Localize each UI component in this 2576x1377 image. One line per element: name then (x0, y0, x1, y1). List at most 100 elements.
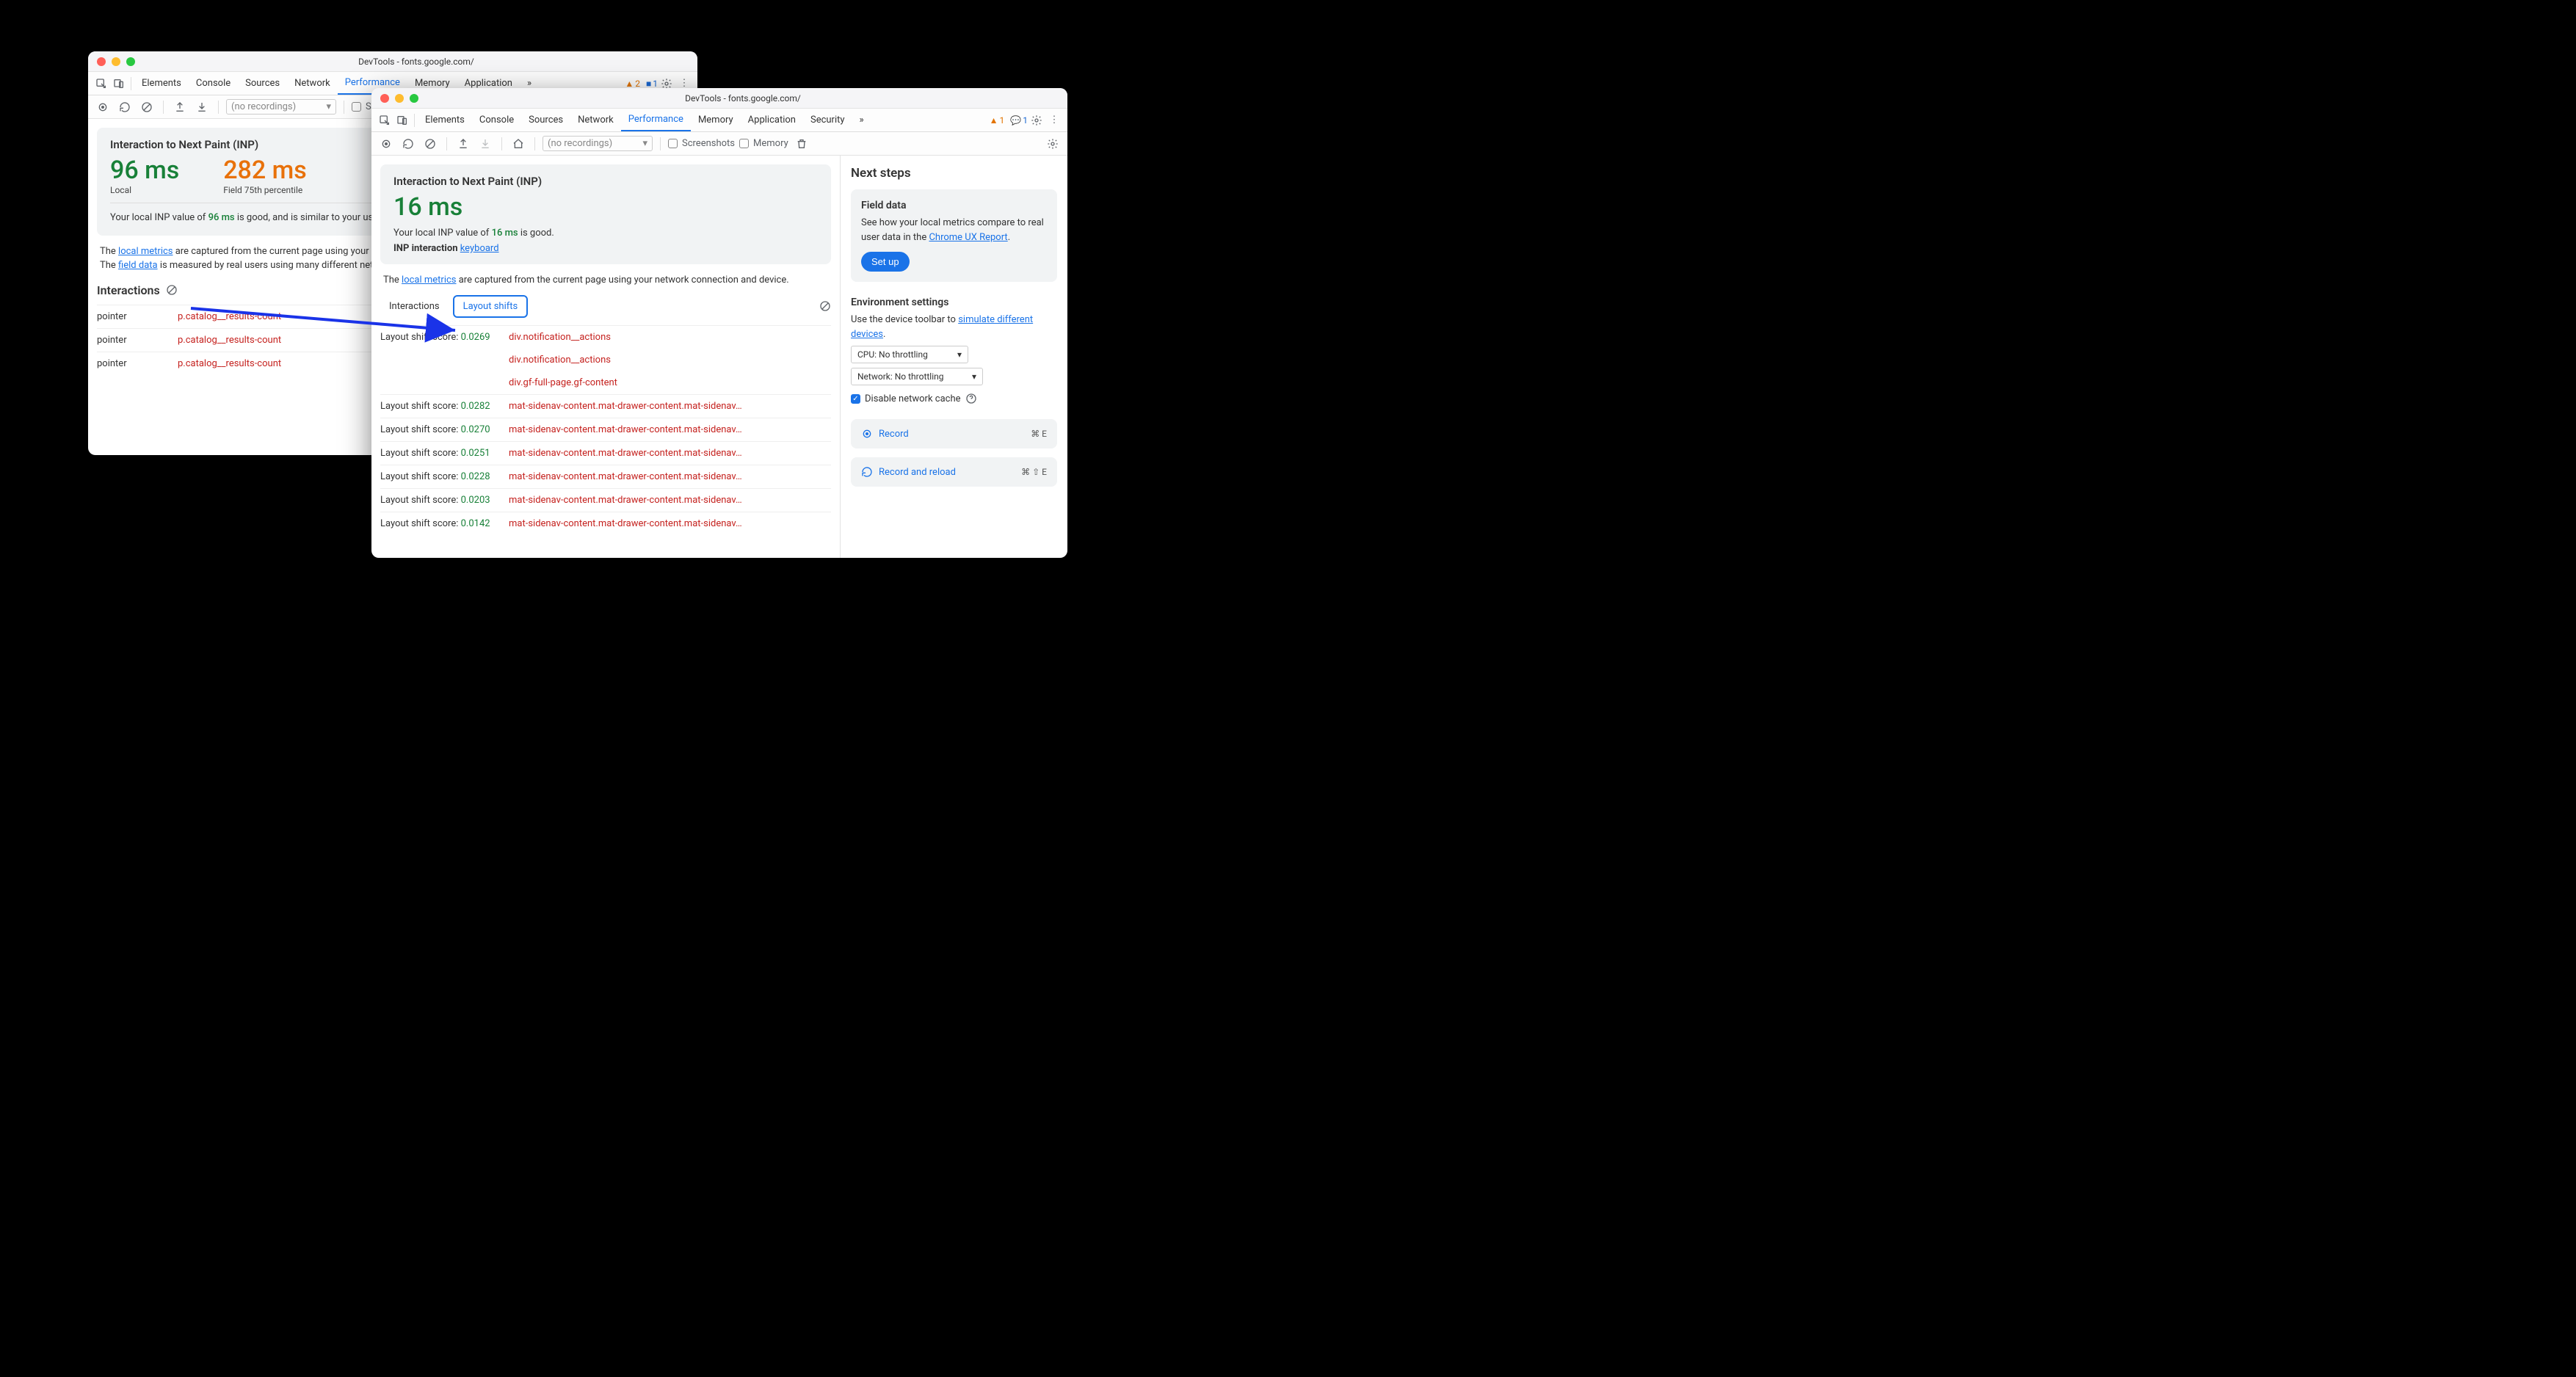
tab-performance[interactable]: Performance (621, 109, 691, 131)
clear-icon[interactable] (421, 135, 439, 153)
interaction-type: pointer (97, 335, 178, 346)
tab-elements[interactable]: Elements (418, 109, 472, 131)
subtab-layout-shifts[interactable]: Layout shifts (453, 295, 529, 318)
clear-list-icon[interactable] (819, 300, 831, 312)
tab-network[interactable]: Network (570, 109, 621, 131)
download-icon[interactable] (193, 98, 211, 116)
device-toolbar-icon[interactable] (393, 112, 411, 129)
layout-shift-row[interactable]: Layout shift score: 0.0282 mat-sidenav-c… (380, 394, 831, 418)
field-data-title: Field data (861, 200, 1047, 211)
tab-security[interactable]: Security (803, 109, 852, 131)
setup-button[interactable]: Set up (861, 252, 910, 272)
inp-interaction-link[interactable]: keyboard (460, 243, 499, 254)
memory-checkbox[interactable] (739, 139, 749, 148)
tabs-overflow[interactable]: » (852, 109, 871, 131)
recordings-dropdown[interactable]: (no recordings)▾ (543, 136, 653, 151)
titlebar: DevTools - fonts.google.com/ (371, 88, 1067, 109)
window-title: DevTools - fonts.google.com/ (144, 57, 689, 67)
reload-circle-icon (861, 466, 873, 478)
upload-icon[interactable] (454, 135, 472, 153)
tab-console[interactable]: Console (472, 109, 521, 131)
warnings-badge[interactable]: ▲ 1 (990, 115, 1005, 126)
maximize-icon[interactable] (126, 57, 135, 66)
inp-title: Interaction to Next Paint (INP) (393, 175, 818, 188)
environment-settings: Environment settings Use the device tool… (851, 297, 1057, 404)
minimize-icon[interactable] (112, 57, 120, 66)
tab-elements[interactable]: Elements (134, 72, 189, 95)
recordings-dropdown[interactable]: (no recordings)▾ (226, 99, 336, 115)
record-icon[interactable] (94, 98, 112, 116)
issues-badge[interactable]: 💬 1 (1010, 115, 1028, 126)
ls-element: mat-sidenav-content.mat-drawer-content.m… (509, 471, 831, 482)
tab-sources[interactable]: Sources (238, 72, 287, 95)
tab-network[interactable]: Network (287, 72, 338, 95)
home-icon[interactable] (509, 135, 527, 153)
record-reload-action[interactable]: Record and reload ⌘ ⇧ E (851, 457, 1057, 487)
warnings-badge[interactable]: ▲ 2 (625, 79, 640, 89)
memory-label: Memory (753, 138, 788, 149)
disable-cache-checkbox[interactable]: ✓ (851, 394, 860, 404)
screenshots-checkbox[interactable] (352, 102, 361, 112)
layout-shift-row[interactable]: Layout shift score: 0.0251 mat-sidenav-c… (380, 441, 831, 465)
minimize-icon[interactable] (395, 94, 404, 103)
warn-count: 2 (635, 79, 640, 89)
ls-element: mat-sidenav-content.mat-drawer-content.m… (509, 518, 831, 529)
ls-element: mat-sidenav-content.mat-drawer-content.m… (509, 495, 831, 506)
interaction-type: pointer (97, 358, 178, 369)
field-data-link[interactable]: field data (118, 260, 158, 271)
clear-icon[interactable] (138, 98, 156, 116)
clear-interactions-icon[interactable] (166, 284, 178, 296)
layout-shift-row[interactable]: Layout shift score: 0.0269 div.notificat… (380, 325, 831, 349)
layout-shift-row[interactable]: Layout shift score: 0.0270 mat-sidenav-c… (380, 418, 831, 441)
panel-settings-icon[interactable] (1044, 135, 1062, 153)
inp-local-value: 96 ms (110, 156, 179, 185)
upload-icon[interactable] (171, 98, 189, 116)
subtab-interactions[interactable]: Interactions (380, 297, 449, 316)
record-icon[interactable] (377, 135, 395, 153)
traffic-lights (380, 94, 418, 103)
more-icon[interactable]: ⋮ (1045, 112, 1063, 129)
disable-cache-label: Disable network cache (865, 393, 961, 404)
inspect-icon[interactable] (376, 112, 393, 129)
devtools-window-b: DevTools - fonts.google.com/ Elements Co… (371, 88, 1067, 558)
chrome-ux-report-link[interactable]: Chrome UX Report (929, 232, 1007, 243)
cpu-throttling-select[interactable]: CPU: No throttling▾ (851, 346, 968, 363)
maximize-icon[interactable] (410, 94, 418, 103)
network-throttling-select[interactable]: Network: No throttling▾ (851, 368, 983, 385)
tab-memory[interactable]: Memory (691, 109, 741, 131)
screenshots-checkbox[interactable] (668, 139, 678, 148)
inp-card: Interaction to Next Paint (INP) 16 ms Yo… (380, 164, 831, 264)
metrics-note: The local metrics are captured from the … (380, 273, 831, 288)
info-count: 1 (653, 79, 658, 89)
performance-toolbar: (no recordings)▾ Screenshots Memory (371, 132, 1067, 156)
inspect-icon[interactable] (92, 75, 110, 92)
close-icon[interactable] (97, 57, 106, 66)
layout-shift-row[interactable]: Layout shift score: 0.0228 mat-sidenav-c… (380, 465, 831, 488)
help-icon[interactable] (965, 393, 977, 404)
settings-icon[interactable] (1028, 112, 1045, 129)
layout-shift-subrow[interactable]: div.gf-full-page.gf-content (380, 371, 831, 394)
layout-shift-subrow[interactable]: div.notification__actions (380, 349, 831, 371)
main-tabs: Elements Console Sources Network Perform… (371, 109, 1067, 132)
tab-console[interactable]: Console (189, 72, 238, 95)
layout-shift-row[interactable]: Layout shift score: 0.0203 mat-sidenav-c… (380, 488, 831, 512)
tab-sources[interactable]: Sources (521, 109, 570, 131)
field-data-card: Field data See how your local metrics co… (851, 189, 1057, 282)
layout-shift-row[interactable]: Layout shift score: 0.0142 mat-sidenav-c… (380, 512, 831, 535)
tab-application[interactable]: Application (741, 109, 803, 131)
reload-icon[interactable] (399, 135, 417, 153)
env-desc: Use the device toolbar to simulate diffe… (851, 313, 1057, 341)
record-shortcut: ⌘ E (1031, 429, 1047, 439)
reload-icon[interactable] (116, 98, 134, 116)
env-title: Environment settings (851, 297, 1057, 308)
gc-icon[interactable] (793, 135, 810, 153)
close-icon[interactable] (380, 94, 389, 103)
record-action[interactable]: Record ⌘ E (851, 419, 1057, 448)
local-metrics-link[interactable]: local metrics (402, 275, 456, 286)
download-icon[interactable] (476, 135, 494, 153)
device-toolbar-icon[interactable] (110, 75, 128, 92)
record-reload-shortcut: ⌘ ⇧ E (1021, 467, 1047, 477)
recordings-label: (no recordings) (231, 101, 296, 112)
local-metrics-link[interactable]: local metrics (118, 246, 173, 257)
issues-badge[interactable]: ■ 1 (646, 79, 658, 89)
